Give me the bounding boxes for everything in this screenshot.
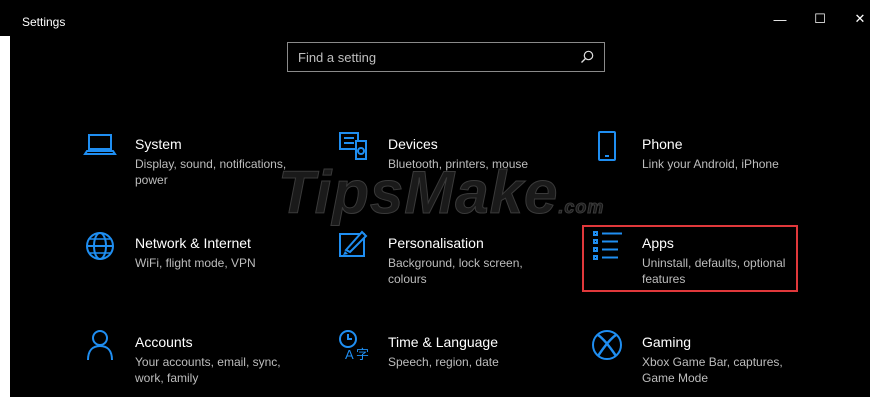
tile-network[interactable]: Network & Internet WiFi, flight mode, VP… <box>83 228 313 298</box>
tile-description: Display, sound, notifications, power <box>135 157 287 187</box>
tile-label: Time & Language <box>388 334 498 350</box>
tile-time-language[interactable]: A字 Time & Language Speech, region, date <box>336 327 566 397</box>
svg-text:字: 字 <box>356 347 369 361</box>
tile-description: Your accounts, email, sync, work, family <box>135 355 281 385</box>
tile-description: Speech, region, date <box>388 355 499 369</box>
xbox-icon <box>590 327 624 361</box>
time-language-icon: A字 <box>336 327 370 362</box>
apps-highlight-box <box>582 225 798 292</box>
window-title: Settings <box>22 15 66 29</box>
tile-description: Link your Android, iPhone <box>642 157 779 171</box>
tile-label: Phone <box>642 136 683 152</box>
minimize-button[interactable]: — <box>768 10 792 28</box>
maximize-button[interactable]: ☐ <box>808 10 832 28</box>
tile-label: Gaming <box>642 334 692 350</box>
title-bar: Settings — ☐ ✕ <box>0 0 870 36</box>
tile-description: WiFi, flight mode, VPN <box>135 256 256 270</box>
left-edge <box>0 36 10 397</box>
close-button[interactable]: ✕ <box>848 10 870 28</box>
paint-icon <box>336 228 370 262</box>
tile-label: Devices <box>388 136 438 152</box>
tile-label: Accounts <box>135 334 193 350</box>
tile-accounts[interactable]: Accounts Your accounts, email, sync, wor… <box>83 327 313 397</box>
tile-personalisation[interactable]: Personalisation Background, lock screen,… <box>336 228 566 298</box>
person-icon <box>83 327 117 361</box>
tile-devices[interactable]: Devices Bluetooth, printers, mouse <box>336 129 566 199</box>
tile-system[interactable]: System Display, sound, notifications, po… <box>83 129 313 199</box>
watermark-suffix: .com <box>558 197 605 218</box>
globe-icon <box>83 228 117 262</box>
tile-label: System <box>135 136 182 152</box>
search-box[interactable] <box>287 42 605 72</box>
tile-description: Background, lock screen, colours <box>388 256 523 286</box>
search-icon[interactable] <box>580 50 594 64</box>
tile-label: Personalisation <box>388 235 484 251</box>
tile-description: Bluetooth, printers, mouse <box>388 157 529 171</box>
tile-description: Xbox Game Bar, captures, Game Mode <box>642 355 783 385</box>
phone-icon <box>590 129 624 163</box>
devices-icon <box>336 129 370 163</box>
tile-phone[interactable]: Phone Link your Android, iPhone <box>590 129 820 199</box>
tile-gaming[interactable]: Gaming Xbox Game Bar, captures, Game Mod… <box>590 327 820 397</box>
laptop-icon <box>83 129 117 163</box>
search-input[interactable] <box>288 43 568 71</box>
tile-label: Network & Internet <box>135 235 251 251</box>
svg-text:A: A <box>345 347 354 361</box>
